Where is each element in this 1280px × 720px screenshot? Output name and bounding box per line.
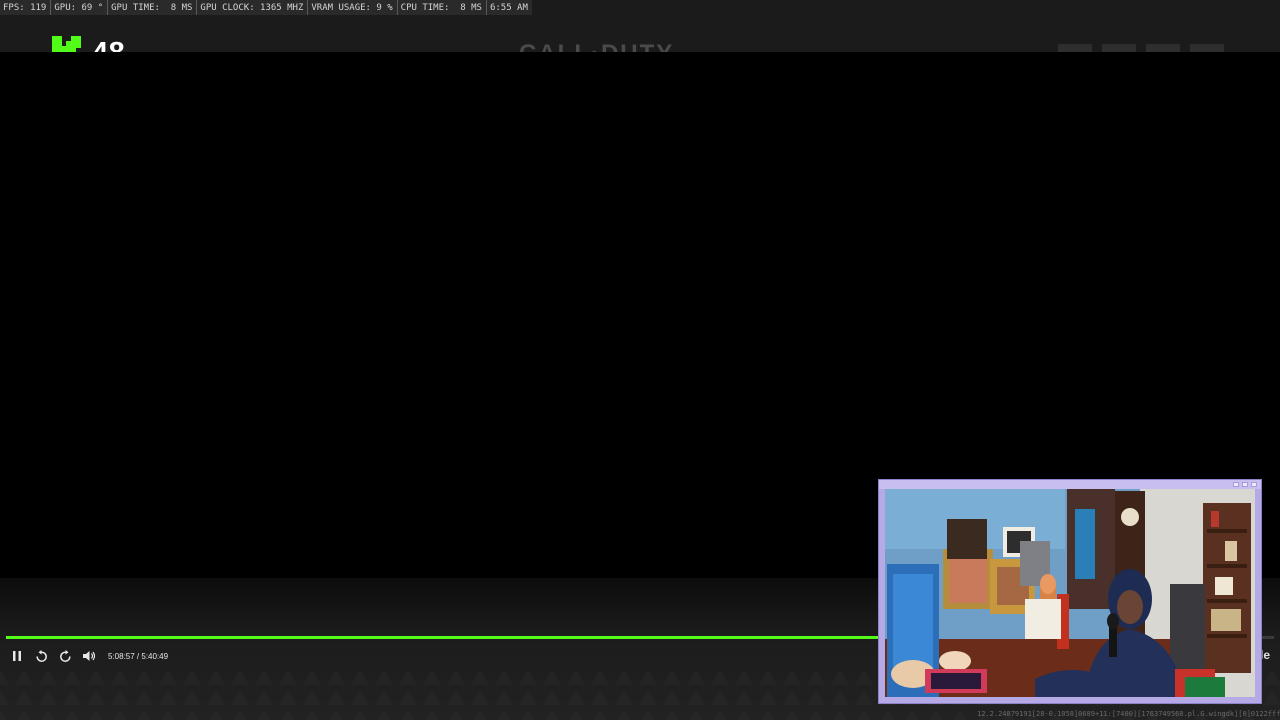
pause-button[interactable]	[6, 646, 28, 666]
gpu-time-stat: GPU TIME: 8 MS	[108, 0, 198, 15]
clock-stat: 6:55 AM	[489, 3, 528, 13]
performance-stats: FPS: 119 GPU: 69 ° GPU TIME: 8 MS GPU CL…	[0, 0, 532, 15]
streamer-webcam-image	[885, 489, 1255, 697]
vram-usage-stat: VRAM USAGE: 9 %	[308, 0, 398, 15]
game-logo-text: CALL·DUTY	[519, 42, 759, 52]
cpu-time-stat: CPU TIME: 8 MS	[398, 0, 487, 15]
current-time: 5:08:57	[108, 651, 135, 661]
player-controls: 5:08:57 / 5:40:49	[6, 646, 168, 666]
minimize-icon[interactable]	[1233, 482, 1239, 487]
fps-stat: FPS: 119	[0, 0, 52, 15]
webcam-overlay	[878, 479, 1262, 704]
forward-button[interactable]	[54, 646, 76, 666]
menu-tab	[1058, 44, 1092, 52]
gpu-clock-stat: GPU CLOCK: 1365 MHZ	[197, 0, 309, 15]
rewind-icon	[35, 649, 47, 662]
menu-tab	[1190, 44, 1224, 52]
debug-info: 12.2.24879191[28-0.1058]0689+11:[7400][1…	[977, 710, 1280, 718]
menu-tab	[1146, 44, 1180, 52]
total-time: 5:40:49	[141, 651, 169, 661]
top-overlay-bar: FPS: 119 GPU: 69 ° GPU TIME: 8 MS GPU CL…	[0, 0, 1280, 70]
close-icon[interactable]	[1251, 482, 1257, 487]
forward-icon	[59, 649, 71, 662]
volume-button[interactable]	[78, 646, 100, 666]
rewind-button[interactable]	[30, 646, 52, 666]
time-display: 5:08:57 / 5:40:49	[108, 652, 168, 661]
webcam-titlebar	[879, 480, 1261, 489]
pause-icon	[13, 651, 21, 661]
gpu-temp-stat: GPU: 69 °	[51, 0, 109, 15]
game-menu-tabs	[1058, 44, 1224, 52]
maximize-icon[interactable]	[1242, 482, 1248, 487]
menu-tab	[1102, 44, 1136, 52]
volume-icon	[83, 651, 96, 661]
webcam-feed	[885, 489, 1255, 697]
